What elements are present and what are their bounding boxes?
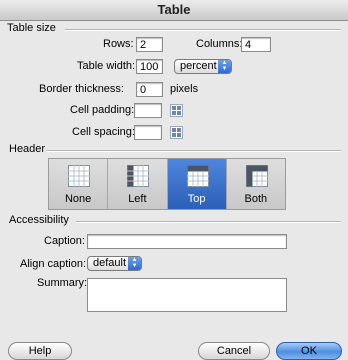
border-unit-label: pixels bbox=[170, 83, 199, 95]
summary-textarea[interactable] bbox=[87, 278, 287, 312]
table-width-label: Table width: bbox=[77, 60, 136, 72]
cell-padding-grid-icon[interactable] bbox=[170, 104, 183, 117]
header-option-none[interactable]: None bbox=[49, 159, 109, 209]
table-header-both-icon bbox=[245, 165, 268, 187]
cell-padding-label: Cell padding: bbox=[70, 104, 135, 116]
header-option-label: Both bbox=[244, 193, 268, 205]
table-header-left-icon bbox=[127, 165, 150, 187]
align-caption-label: Align caption: bbox=[20, 258, 87, 270]
section-table-size: Table size bbox=[7, 22, 56, 34]
table-header-top-icon bbox=[186, 165, 209, 187]
header-option-label: None bbox=[64, 193, 92, 205]
columns-label: Columns: bbox=[196, 38, 243, 50]
align-caption-select[interactable]: default ▲ ▼ bbox=[87, 256, 142, 271]
section-header: Header bbox=[9, 143, 46, 155]
header-segmented-control: None Left Top Both bbox=[48, 158, 286, 210]
window-titlebar: Table bbox=[0, 0, 348, 21]
help-button[interactable]: Help bbox=[8, 342, 72, 360]
ok-button[interactable]: OK bbox=[276, 342, 342, 360]
summary-label: Summary: bbox=[37, 277, 88, 289]
cell-spacing-label: Cell spacing: bbox=[72, 126, 135, 138]
columns-input[interactable] bbox=[241, 37, 271, 52]
section-divider bbox=[76, 221, 341, 223]
table-width-input[interactable] bbox=[136, 59, 163, 74]
header-option-label: Left bbox=[128, 193, 147, 205]
header-option-label: Top bbox=[187, 193, 206, 205]
popup-arrows-icon: ▲ ▼ bbox=[218, 60, 231, 73]
cancel-button[interactable]: Cancel bbox=[198, 342, 270, 360]
header-option-both[interactable]: Both bbox=[226, 159, 285, 209]
caption-label: Caption: bbox=[44, 235, 85, 247]
rows-label: Rows: bbox=[103, 38, 134, 50]
caption-input[interactable] bbox=[87, 234, 287, 249]
cell-spacing-grid-icon[interactable] bbox=[170, 126, 183, 139]
align-caption-value: default bbox=[93, 257, 127, 269]
table-header-none-icon bbox=[68, 165, 90, 187]
border-thickness-input[interactable] bbox=[136, 82, 163, 97]
header-option-top[interactable]: Top bbox=[167, 159, 227, 209]
section-divider bbox=[46, 150, 341, 152]
border-thickness-label: Border thickness: bbox=[39, 83, 124, 95]
cell-padding-input[interactable] bbox=[134, 103, 162, 118]
rows-input[interactable] bbox=[136, 37, 163, 52]
width-unit-value: percent bbox=[180, 60, 217, 72]
section-accessibility: Accessibility bbox=[9, 214, 69, 226]
popup-arrows-icon: ▲ ▼ bbox=[128, 257, 141, 270]
cell-spacing-input[interactable] bbox=[134, 125, 162, 140]
window-title: Table bbox=[157, 2, 191, 17]
section-divider bbox=[65, 29, 341, 31]
header-option-left[interactable]: Left bbox=[108, 159, 168, 209]
width-unit-select[interactable]: percent ▲ ▼ bbox=[174, 59, 232, 74]
